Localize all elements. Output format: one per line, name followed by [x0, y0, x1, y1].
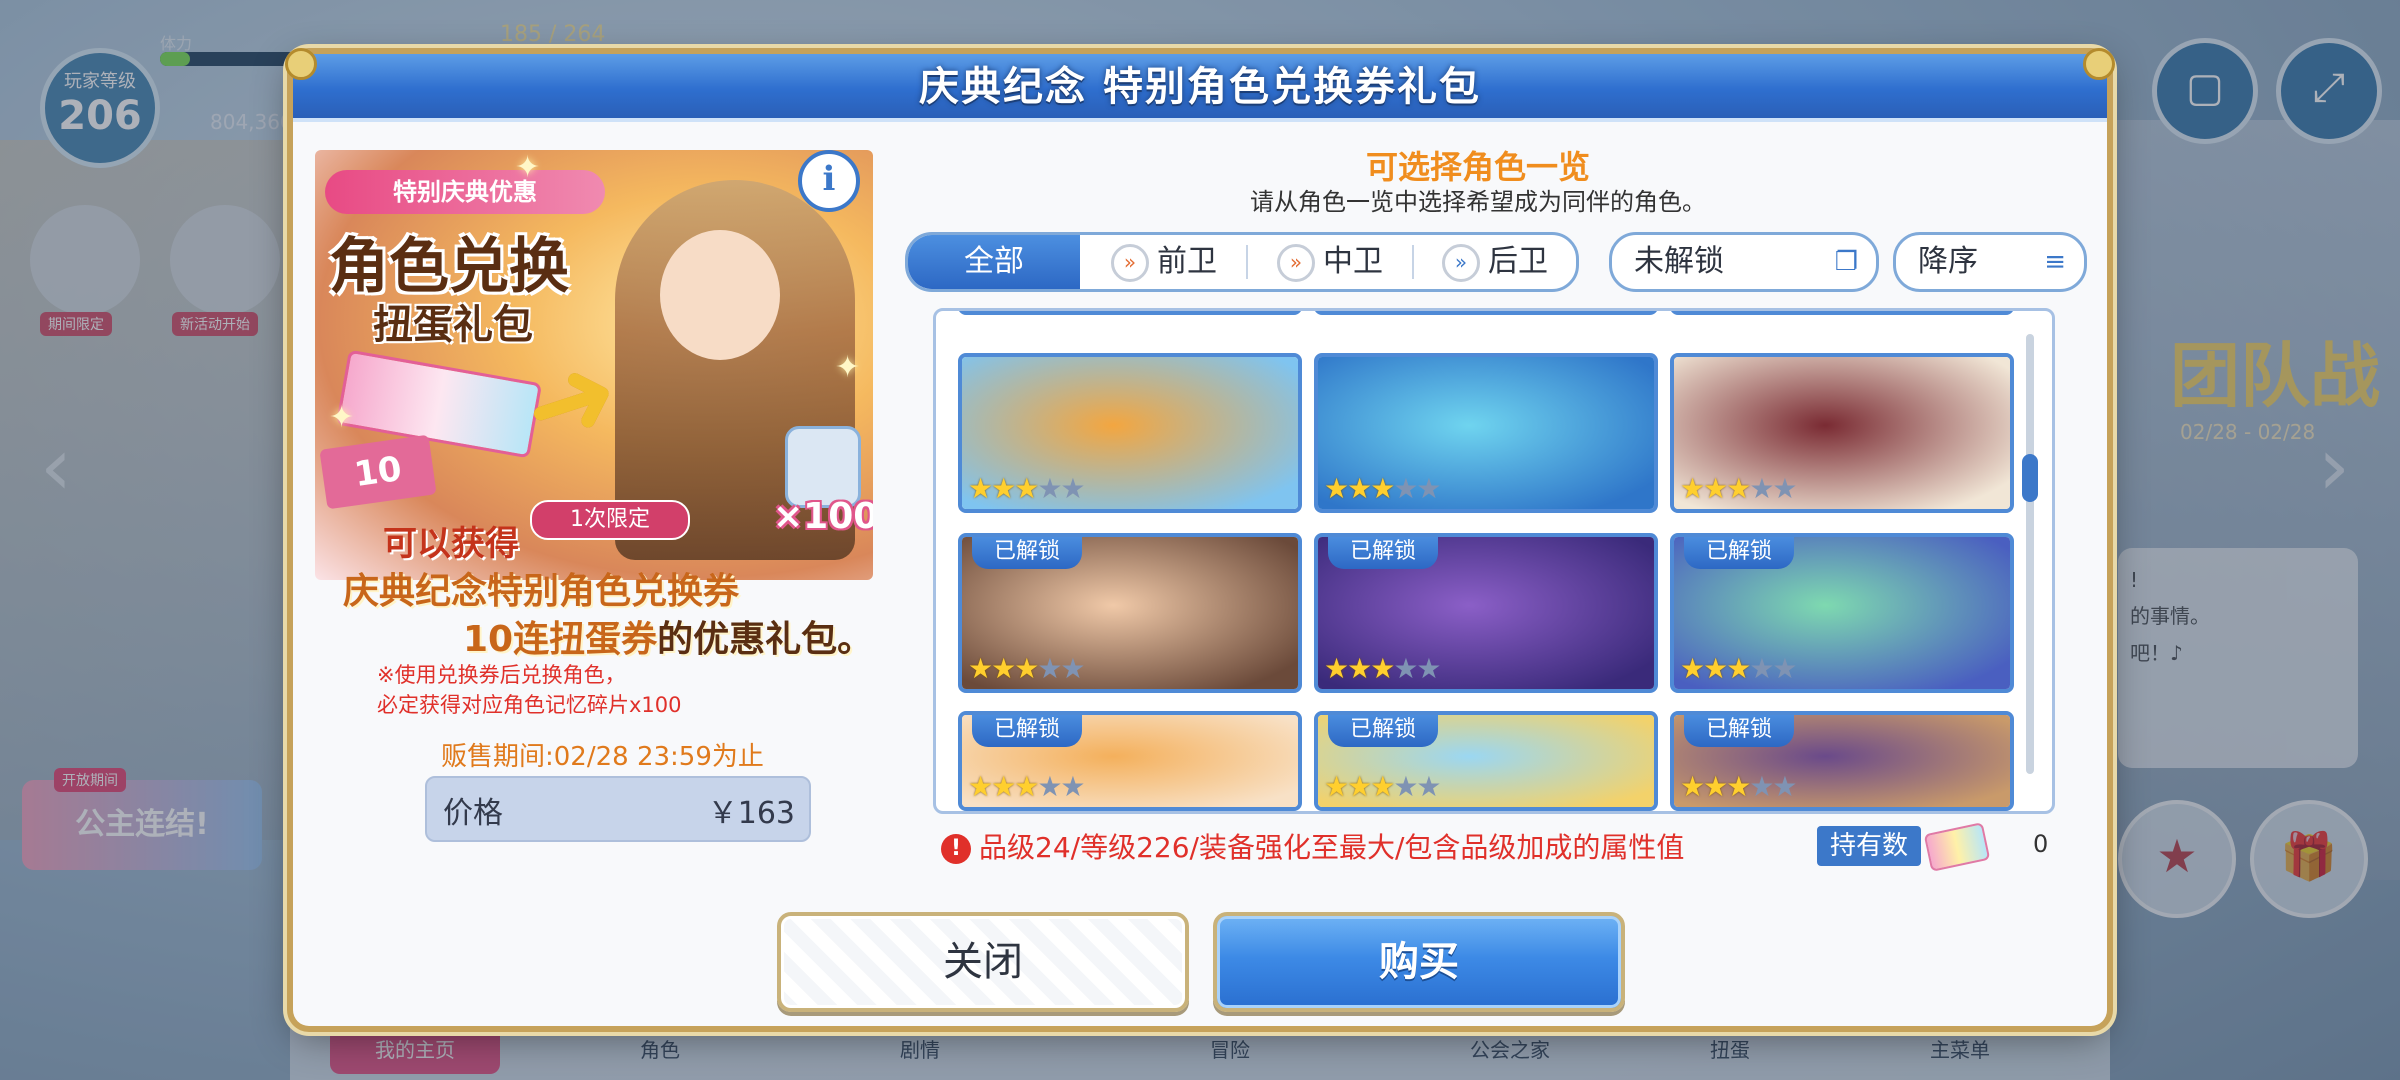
sparkle-icon: ✦ — [835, 350, 861, 385]
filter-back-button[interactable]: » 后卫 — [1414, 235, 1576, 289]
character-card[interactable]: 已解锁 ★★★★★ — [958, 533, 1302, 693]
grid-scrollbar[interactable] — [2026, 334, 2034, 774]
character-card-art — [962, 308, 1298, 311]
obtain-item-line: 10连扭蛋券的优惠礼包。 — [463, 610, 873, 662]
star-rating: ★★★★★ — [968, 472, 1086, 505]
obtain-heading: 可以获得 — [383, 524, 519, 564]
character-card-partial[interactable] — [958, 308, 1302, 315]
corner-ornament-icon — [285, 48, 317, 80]
star-rating: ★★★★★ — [968, 652, 1086, 685]
shard-count: ×100 — [773, 496, 873, 537]
filter-all-button[interactable]: 全部 — [908, 235, 1080, 289]
unlocked-tag: 已解锁 — [1684, 537, 1795, 569]
dialog-header: 庆典纪念 特别角色兑换券礼包 — [293, 54, 2107, 122]
price-value: ￥163 — [707, 796, 795, 831]
character-card-partial[interactable] — [1314, 308, 1658, 315]
banner-ribbon: 特别庆典优惠 — [325, 170, 605, 214]
star-rating: ★★★★★ — [1324, 770, 1442, 803]
star-rating: ★★★★★ — [1680, 652, 1798, 685]
unlocked-tag: 已解锁 — [1328, 537, 1439, 569]
usage-note: ※使用兑换券后兑换角色， 必定获得对应角色记忆碎片x100 — [377, 660, 682, 720]
filter-back-label: 后卫 — [1488, 244, 1548, 279]
dialog-title: 庆典纪念 特别角色兑换券礼包 — [919, 64, 1481, 110]
front-position-icon: » — [1111, 243, 1149, 282]
character-card-partial[interactable] — [1670, 308, 2014, 315]
sparkle-icon: ✦ — [515, 150, 541, 185]
position-filter: 全部 » 前卫 » 中卫 » 后卫 — [905, 232, 1579, 292]
sort-icon: ≡ — [2044, 247, 2066, 277]
character-card[interactable]: 已解锁 ★★★★★ — [1670, 711, 2014, 811]
character-grid: ★★★★★ ★★★★★ ★★★★★ 已解锁 ★★★★★ 已解锁 ★★★★★ 已解锁 ★★★★★ 已… — [933, 308, 2055, 814]
corner-ornament-icon — [2083, 48, 2115, 80]
star-rating: ★★★★★ — [1324, 472, 1442, 505]
character-card[interactable]: ★★★★★ — [1314, 353, 1658, 513]
buy-button[interactable]: 购买 — [1213, 912, 1625, 1012]
toggle-square-icon: ❐ — [1834, 247, 1858, 277]
exchange-ticket-icon — [1923, 822, 1991, 872]
filter-front-label: 前卫 — [1157, 244, 1217, 279]
character-card[interactable]: 已解锁 ★★★★★ — [1314, 533, 1658, 693]
middle-position-icon: » — [1277, 243, 1315, 282]
purchase-dialog: 庆典纪念 特别角色兑换券礼包 特别庆典优惠 角色兑换 扭蛋礼包 ➜ 10 1次限… — [285, 48, 2115, 1026]
star-rating: ★★★★★ — [968, 770, 1086, 803]
locked-toggle-label: 未解锁 — [1634, 244, 1724, 279]
stats-warning: ! 品级24/等级226/装备强化至最大/包含品级加成的属性值 — [941, 826, 1684, 866]
filter-front-button[interactable]: » 前卫 — [1082, 235, 1246, 289]
info-icon[interactable]: i — [798, 150, 860, 212]
character-card[interactable]: 已解锁 ★★★★★ — [1670, 533, 2014, 693]
character-card[interactable]: ★★★★★ — [1670, 353, 2014, 513]
unlocked-tag: 已解锁 — [972, 715, 1083, 747]
filter-middle-button[interactable]: » 中卫 — [1248, 235, 1412, 289]
usage-note-line: ※使用兑换券后兑换角色， — [377, 663, 626, 687]
obtain-item-text: 10连扭蛋券 — [463, 619, 658, 660]
owned-count: 0 — [2033, 830, 2049, 858]
star-rating: ★★★★★ — [1324, 652, 1442, 685]
sale-period: 贩售期间:02/28 23:59为止 — [441, 742, 764, 772]
warning-icon: ! — [941, 834, 971, 864]
character-list-subtitle: 请从角色一览中选择希望成为同伴的角色。 — [1250, 188, 1706, 216]
usage-note-line: 必定获得对应角色记忆碎片x100 — [377, 693, 682, 717]
stats-warning-text: 品级24/等级226/装备强化至最大/包含品级加成的属性值 — [979, 831, 1685, 864]
price-box: 价格 ￥163 — [425, 776, 811, 842]
character-card[interactable]: ★★★★★ — [958, 353, 1302, 513]
obtain-item-suffix: 的优惠礼包。 — [657, 619, 874, 660]
obtain-item-line: 庆典纪念特别角色兑换券 — [343, 571, 740, 612]
grid-scrollbar-thumb[interactable] — [2022, 454, 2038, 502]
owned-label: 持有数 — [1817, 826, 1921, 866]
banner-character-face — [660, 230, 780, 360]
star-rating: ★★★★★ — [1680, 770, 1798, 803]
star-rating: ★★★★★ — [1680, 472, 1798, 505]
gacha-ticket-badge: 10 — [319, 434, 437, 510]
back-position-icon: » — [1442, 243, 1480, 282]
unlocked-tag: 已解锁 — [972, 537, 1083, 569]
unlocked-tag: 已解锁 — [1684, 715, 1795, 747]
character-card-art — [1318, 308, 1654, 311]
close-button[interactable]: 关闭 — [777, 912, 1189, 1012]
sort-order-button[interactable]: 降序 ≡ — [1893, 232, 2087, 292]
character-card[interactable]: 已解锁 ★★★★★ — [958, 711, 1302, 811]
sparkle-icon: ✦ — [329, 400, 355, 435]
character-card-art — [1674, 308, 2010, 311]
banner-subtitle: 扭蛋礼包 — [373, 302, 533, 348]
locked-toggle-button[interactable]: 未解锁 ❐ — [1609, 232, 1879, 292]
sort-order-label: 降序 — [1918, 244, 1978, 279]
limit-badge: 1次限定 — [530, 500, 690, 540]
character-card[interactable]: 已解锁 ★★★★★ — [1314, 711, 1658, 811]
filter-middle-label: 中卫 — [1323, 244, 1383, 279]
unlocked-tag: 已解锁 — [1328, 715, 1439, 747]
price-label: 价格 — [443, 796, 503, 831]
